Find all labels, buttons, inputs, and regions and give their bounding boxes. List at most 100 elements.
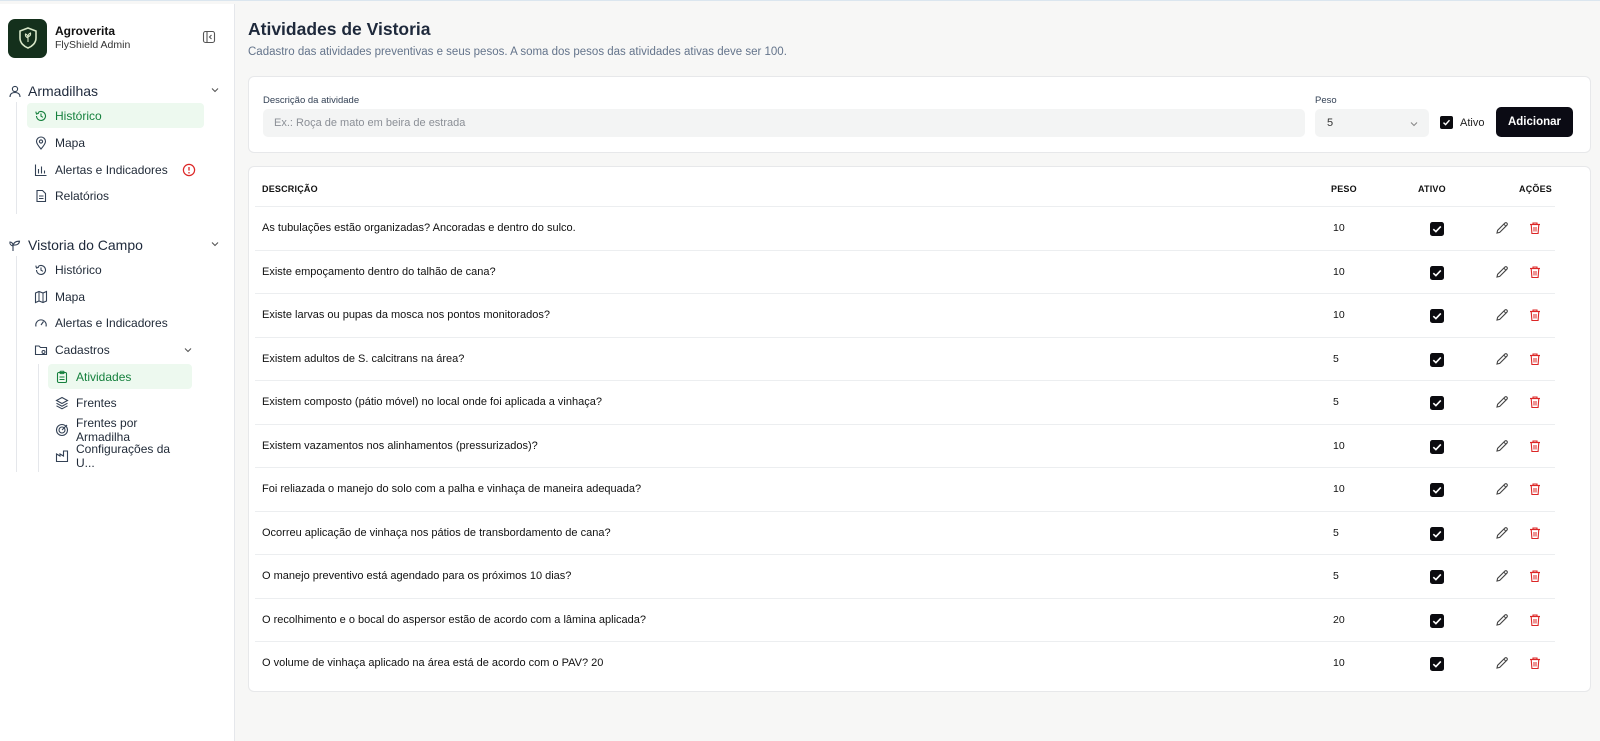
table-row: Existem adultos de S. calcitrans na área… bbox=[255, 336, 1555, 381]
delete-icon[interactable] bbox=[1528, 656, 1542, 670]
edit-icon[interactable] bbox=[1495, 221, 1509, 235]
delete-icon[interactable] bbox=[1528, 526, 1542, 540]
row-active-checkbox[interactable] bbox=[1430, 439, 1444, 454]
table-row: O recolhimento e o bocal do aspersor est… bbox=[255, 597, 1555, 642]
nav-indent-line bbox=[16, 102, 17, 214]
row-active-checkbox[interactable] bbox=[1430, 352, 1444, 367]
row-active-checkbox[interactable] bbox=[1430, 657, 1444, 671]
delete-icon[interactable] bbox=[1528, 482, 1542, 496]
table-row: Ocorreu aplicação de vinhaça nos pátios … bbox=[255, 510, 1555, 555]
row-active-checkbox[interactable] bbox=[1430, 222, 1444, 236]
nav-indent-line bbox=[38, 364, 39, 472]
row-peso: 5 bbox=[1333, 526, 1339, 539]
sidebar-item-label: Cadastros bbox=[55, 342, 110, 357]
map-icon bbox=[34, 290, 48, 303]
delete-icon[interactable] bbox=[1528, 613, 1542, 627]
edit-icon[interactable] bbox=[1495, 613, 1509, 627]
row-active-checkbox[interactable] bbox=[1430, 613, 1444, 628]
map-pin-icon bbox=[35, 135, 47, 150]
brand: Agroverita FlyShield Admin bbox=[8, 17, 228, 59]
column-header-acoes: AÇÕES bbox=[1519, 184, 1553, 194]
sidebar-item-label: Alertas e Indicadores bbox=[55, 315, 168, 330]
edit-icon[interactable] bbox=[1495, 352, 1509, 366]
table-row: Existem composto (pátio móvel) no local … bbox=[255, 380, 1555, 424]
sidebar-item-armadilhas-relatorios[interactable]: Relatórios bbox=[27, 183, 204, 208]
target-icon bbox=[55, 423, 69, 436]
sidebar-item-vistoria-historico[interactable]: Histórico bbox=[27, 257, 204, 282]
peso-select-value: 5 bbox=[1327, 117, 1334, 129]
edit-icon[interactable] bbox=[1495, 526, 1509, 540]
row-active-checkbox[interactable] bbox=[1430, 483, 1444, 497]
delete-icon[interactable] bbox=[1528, 265, 1542, 279]
delete-icon[interactable] bbox=[1528, 439, 1542, 453]
sidebar-item-label: Frentes bbox=[76, 395, 117, 410]
row-active-checkbox[interactable] bbox=[1430, 265, 1444, 280]
sidebar-item-label: Alertas e Indicadores bbox=[55, 162, 168, 177]
row-description: Existem composto (pátio móvel) no local … bbox=[262, 396, 602, 408]
row-peso: 5 bbox=[1333, 570, 1339, 582]
sidebar-item-label: Mapa bbox=[55, 289, 86, 304]
delete-icon[interactable] bbox=[1528, 308, 1542, 322]
sidebar-item-atividades[interactable]: Atividades bbox=[48, 364, 192, 389]
row-active-checkbox[interactable] bbox=[1430, 570, 1444, 584]
sidebar-item-label: Atividades bbox=[76, 369, 132, 384]
nav-group-vistoria[interactable]: Vistoria do Campo bbox=[8, 234, 224, 256]
row-description: Ocorreu aplicação de vinhaça nos pátios … bbox=[262, 526, 611, 539]
sidebar-toggle-icon[interactable] bbox=[202, 30, 218, 46]
sidebar-item-cadastros[interactable]: Cadastros bbox=[27, 337, 197, 362]
row-description: Existe larvas ou pupas da mosca nos pont… bbox=[262, 309, 550, 321]
table-row: O manejo preventivo está agendado para o… bbox=[255, 554, 1555, 598]
sidebar-item-vistoria-alertas[interactable]: Alertas e Indicadores bbox=[27, 310, 204, 335]
table-row: Existe empoçamento dentro do talhão de c… bbox=[255, 249, 1555, 294]
add-activity-form: Descrição da atividade Peso 5 Ativo Adic… bbox=[248, 76, 1591, 153]
sidebar-item-armadilhas-mapa[interactable]: Mapa bbox=[27, 130, 204, 155]
sidebar-item-configuracoes[interactable]: Configurações da U... bbox=[48, 442, 192, 470]
row-peso: 20 bbox=[1333, 613, 1345, 626]
edit-icon[interactable] bbox=[1495, 308, 1509, 322]
row-description: Foi reliazada o manejo do solo com a pal… bbox=[262, 483, 642, 495]
sidebar-item-armadilhas-alertas[interactable]: Alertas e Indicadores bbox=[27, 157, 204, 182]
description-input[interactable] bbox=[263, 109, 1305, 137]
delete-icon[interactable] bbox=[1528, 569, 1542, 583]
page-title: Atividades de Vistoria bbox=[248, 19, 431, 39]
table-row: Existe larvas ou pupas da mosca nos pont… bbox=[255, 293, 1555, 337]
edit-icon[interactable] bbox=[1495, 439, 1509, 453]
ativo-checkbox[interactable]: Ativo bbox=[1440, 116, 1484, 129]
file-text-icon bbox=[36, 189, 47, 202]
column-header-peso: PESO bbox=[1331, 184, 1357, 194]
edit-icon[interactable] bbox=[1495, 569, 1509, 583]
sidebar-item-frentes-por-armadilha[interactable]: Frentes por Armadilha bbox=[48, 416, 192, 444]
nav-group-label: Armadilhas bbox=[28, 83, 99, 99]
row-description: Existem adultos de S. calcitrans na área… bbox=[262, 352, 465, 365]
edit-icon[interactable] bbox=[1495, 482, 1509, 496]
row-peso: 10 bbox=[1333, 265, 1345, 278]
delete-icon[interactable] bbox=[1528, 395, 1542, 409]
sidebar-item-label: Relatórios bbox=[55, 188, 110, 203]
sidebar-item-armadilhas-historico[interactable]: Histórico bbox=[27, 103, 204, 128]
row-peso: 10 bbox=[1333, 439, 1345, 452]
shield-logo-icon bbox=[8, 18, 47, 58]
nav-indent-line bbox=[16, 256, 17, 472]
peso-select[interactable]: 5 bbox=[1315, 109, 1429, 137]
row-active-checkbox[interactable] bbox=[1430, 396, 1444, 410]
edit-icon[interactable] bbox=[1495, 265, 1509, 279]
edit-icon[interactable] bbox=[1495, 656, 1509, 670]
bar-chart-icon bbox=[34, 164, 47, 176]
add-button[interactable]: Adicionar bbox=[1496, 107, 1573, 137]
sidebar-item-frentes[interactable]: Frentes bbox=[48, 390, 192, 415]
row-peso: 10 bbox=[1333, 309, 1345, 321]
sidebar-item-label: Mapa bbox=[55, 135, 86, 150]
delete-icon[interactable] bbox=[1528, 221, 1542, 235]
row-peso: 10 bbox=[1333, 483, 1345, 495]
page-subtitle: Cadastro das atividades preventivas e se… bbox=[248, 46, 787, 58]
nav-group-armadilhas[interactable]: Armadilhas bbox=[8, 80, 224, 102]
row-peso: 10 bbox=[1333, 657, 1345, 669]
sidebar-item-label: Histórico bbox=[55, 262, 102, 277]
row-active-checkbox[interactable] bbox=[1430, 526, 1444, 541]
ativo-label: Ativo bbox=[1460, 116, 1485, 129]
sidebar-item-vistoria-mapa[interactable]: Mapa bbox=[27, 284, 204, 309]
table-row: Existem vazamentos nos alinhamentos (pre… bbox=[255, 423, 1555, 468]
delete-icon[interactable] bbox=[1528, 352, 1542, 366]
row-active-checkbox[interactable] bbox=[1430, 309, 1444, 323]
edit-icon[interactable] bbox=[1495, 395, 1509, 409]
